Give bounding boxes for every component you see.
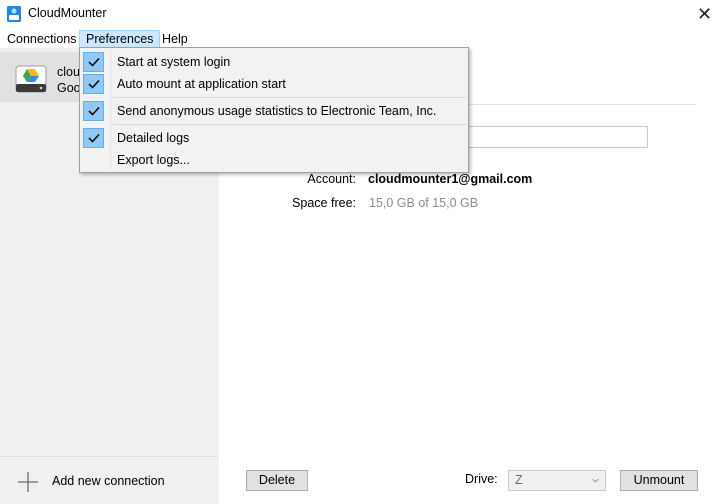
menu-item-label: Detailed logs <box>117 131 190 145</box>
drive-select[interactable]: Z <box>508 470 606 491</box>
check-icon <box>83 101 104 121</box>
plus-icon[interactable] <box>17 471 39 493</box>
menu-item-label: Send anonymous usage statistics to Elect… <box>117 104 437 118</box>
drive-label: Drive: <box>465 472 498 486</box>
sidebar-divider <box>0 456 219 457</box>
menu-item-auto-mount[interactable]: Auto mount at application start <box>80 73 468 95</box>
cloudmounter-app-icon <box>7 6 21 22</box>
menu-help[interactable]: Help <box>155 30 195 48</box>
menu-item-export-logs[interactable]: Export logs... <box>80 149 468 171</box>
menu-item-label: Export logs... <box>117 153 190 167</box>
menu-connections[interactable]: Connections <box>0 30 84 48</box>
menu-item-start-at-login[interactable]: Start at system login <box>80 51 468 73</box>
space-free-label: Space free: <box>292 196 356 210</box>
chevron-down-icon <box>592 478 599 483</box>
account-value: cloudmounter1@gmail.com <box>368 172 533 186</box>
menu-item-usage-statistics[interactable]: Send anonymous usage statistics to Elect… <box>80 100 468 122</box>
menu-item-label: Auto mount at application start <box>117 77 286 91</box>
connection-name: clou <box>57 65 80 79</box>
header-divider <box>466 104 696 105</box>
menu-bar: Connections Preferences Help <box>0 28 719 48</box>
unmount-button[interactable]: Unmount <box>620 470 698 491</box>
space-free-value: 15,0 GB of 15,0 GB <box>369 196 479 210</box>
account-label: Account: <box>307 172 356 186</box>
menu-separator <box>113 124 466 125</box>
add-new-connection-link[interactable]: Add new connection <box>52 474 165 488</box>
menu-preferences[interactable]: Preferences <box>79 30 161 48</box>
drive-select-value: Z <box>515 473 523 487</box>
preferences-dropdown: Start at system login Auto mount at appl… <box>79 47 469 173</box>
connection-type: Goo <box>57 81 81 95</box>
check-icon <box>83 128 104 148</box>
menu-item-detailed-logs[interactable]: Detailed logs <box>80 127 468 149</box>
google-drive-disk-icon <box>15 65 47 93</box>
menu-item-label: Start at system login <box>117 55 231 69</box>
close-icon[interactable]: ✕ <box>690 0 719 28</box>
window-title: CloudMounter <box>28 6 107 20</box>
check-icon <box>83 52 104 72</box>
check-icon <box>83 74 104 94</box>
menu-separator <box>113 97 466 98</box>
title-bar: CloudMounter ✕ <box>0 0 719 28</box>
connection-name-input[interactable] <box>466 126 648 148</box>
delete-button[interactable]: Delete <box>246 470 308 491</box>
